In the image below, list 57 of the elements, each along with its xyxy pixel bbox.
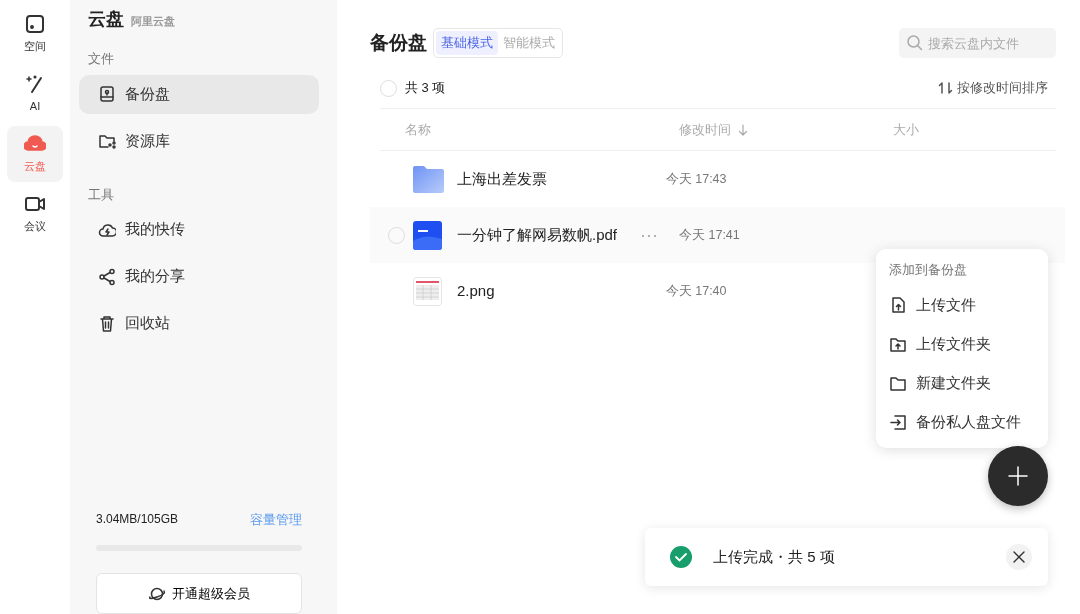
- modified-time: 今天 17:40: [665, 283, 727, 298]
- file-name: 上海出差发票: [457, 168, 547, 189]
- page-title: 备份盘: [370, 30, 427, 55]
- more-icon[interactable]: [641, 233, 657, 238]
- close-button[interactable]: [1006, 544, 1032, 570]
- pdf-thumbnail: [413, 220, 442, 250]
- import-icon: [889, 413, 907, 432]
- sidebar-item[interactable]: 回收站: [79, 304, 319, 343]
- file-row[interactable]: 一分钟了解网易数帆.pdf 今天 17:41: [370, 207, 1065, 263]
- modified-time: 今天 17:41: [679, 227, 740, 242]
- add-button[interactable]: [988, 446, 1048, 506]
- file-row[interactable]: 2.png 今天 17:40: [370, 263, 870, 319]
- drive-icon: [98, 85, 116, 103]
- folder-outline-icon: [889, 374, 907, 393]
- sidebar-item[interactable]: 资源库: [79, 121, 319, 161]
- column-header: 修改时间: [679, 120, 731, 139]
- search-field[interactable]: 搜索云盘内文件: [899, 28, 1056, 58]
- menu-heading: 添加到备份盘: [888, 262, 968, 279]
- sidebar-title: 云盘: [87, 8, 124, 31]
- trash-icon: [98, 314, 116, 333]
- menu-item[interactable]: 上传文件: [876, 285, 1048, 325]
- success-icon: [670, 546, 692, 568]
- sidebar-item[interactable]: 我的分享: [79, 257, 319, 296]
- rail-tab[interactable]: 会议: [7, 186, 63, 242]
- menu-item[interactable]: 备份私人盘文件: [876, 402, 1048, 442]
- file-upload-icon: [889, 296, 907, 315]
- sort-icon: [937, 80, 954, 96]
- folder-icon: [413, 165, 444, 193]
- modified-time: 今天 17:43: [665, 171, 727, 186]
- folder-upload-icon: [889, 335, 907, 354]
- share-icon: [98, 267, 116, 286]
- section-heading: 工具: [87, 185, 115, 204]
- sort-down-icon: [738, 123, 748, 136]
- sidebar-item[interactable]: 我的快传: [79, 210, 319, 249]
- plus-icon: [1008, 466, 1028, 486]
- menu-item[interactable]: 上传文件夹: [876, 324, 1048, 364]
- sidebar-item[interactable]: 备份盘: [79, 74, 319, 114]
- sidebar-subtitle: 阿里云盘: [131, 14, 175, 29]
- file-row[interactable]: 上海出差发票 今天 17:43: [370, 151, 870, 207]
- section-heading: 文件: [87, 50, 115, 68]
- vip-button[interactable]: 开通超级会员: [96, 573, 302, 614]
- item-count: 共 3 项: [405, 79, 446, 98]
- storage-usage: 3.04MB/105GB: [96, 511, 179, 529]
- column-header: 大小: [893, 121, 919, 137]
- image-thumbnail: [413, 276, 442, 306]
- toast-message: 上传完成・共 5 项: [713, 546, 835, 567]
- mode-tab[interactable]: 基础模式: [436, 31, 498, 55]
- column-header: 名称: [405, 121, 431, 137]
- space-icon: [24, 13, 46, 36]
- menu-item[interactable]: 新建文件夹: [876, 363, 1048, 403]
- rail-tab[interactable]: 空间: [7, 6, 63, 62]
- folder-share-icon: [98, 132, 116, 150]
- sort-button[interactable]: 按修改时间排序: [937, 78, 1048, 98]
- file-name: 2.png: [457, 280, 495, 301]
- file-name: 一分钟了解网易数帆.pdf: [457, 224, 618, 245]
- close-icon: [1013, 551, 1025, 563]
- rail-tab[interactable]: AI: [7, 66, 63, 122]
